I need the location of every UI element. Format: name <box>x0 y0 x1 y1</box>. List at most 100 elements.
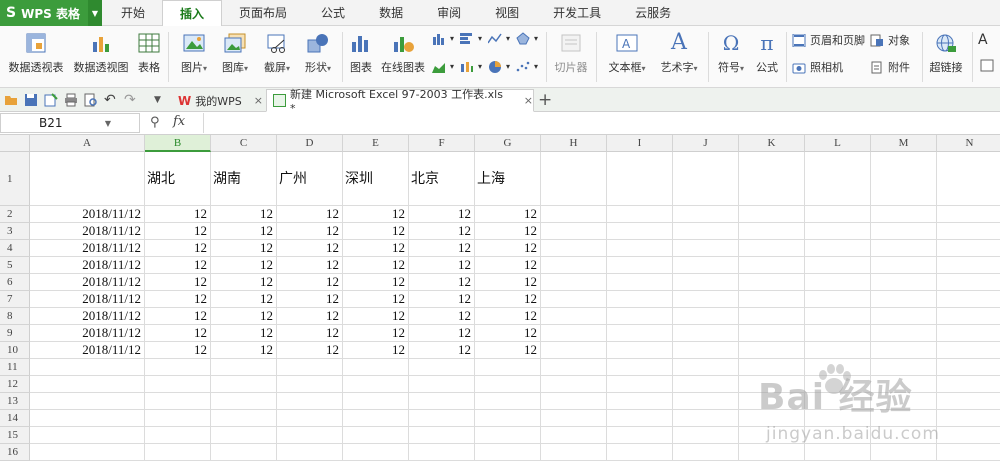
table-button[interactable]: 表格 <box>134 26 164 88</box>
cell-e2[interactable]: 12 <box>343 206 409 223</box>
menu-tab-1[interactable]: 插入 <box>162 0 223 27</box>
cell-b5[interactable]: 12 <box>145 257 211 274</box>
cell-b9[interactable]: 12 <box>145 325 211 342</box>
cell-e5[interactable]: 12 <box>343 257 409 274</box>
column-header-g[interactable]: G <box>475 135 541 152</box>
cell-b11[interactable] <box>145 359 211 376</box>
cell-m1[interactable] <box>871 152 937 206</box>
cell-n3[interactable] <box>937 223 1000 240</box>
cell-n4[interactable] <box>937 240 1000 257</box>
cell-d8[interactable]: 12 <box>277 308 343 325</box>
cell-d7[interactable]: 12 <box>277 291 343 308</box>
cell-g5[interactable]: 12 <box>475 257 541 274</box>
line-chart-icon[interactable] <box>487 32 502 45</box>
cell-n9[interactable] <box>937 325 1000 342</box>
cell-d4[interactable]: 12 <box>277 240 343 257</box>
cell-h4[interactable] <box>541 240 607 257</box>
hyperlink-button[interactable]: 超链接 <box>926 26 966 88</box>
cell-l16[interactable] <box>805 444 871 461</box>
row-header-8[interactable]: 8 <box>0 308 30 325</box>
cell-n6[interactable] <box>937 274 1000 291</box>
attachment-button[interactable]: 附件 <box>870 59 910 75</box>
cell-k5[interactable] <box>739 257 805 274</box>
cell-i6[interactable] <box>607 274 673 291</box>
cell-g8[interactable]: 12 <box>475 308 541 325</box>
formula-input[interactable] <box>203 113 1000 133</box>
cell-b7[interactable]: 12 <box>145 291 211 308</box>
cell-d9[interactable]: 12 <box>277 325 343 342</box>
cell-i13[interactable] <box>607 393 673 410</box>
cell-e9[interactable]: 12 <box>343 325 409 342</box>
cell-g2[interactable]: 12 <box>475 206 541 223</box>
cell-l9[interactable] <box>805 325 871 342</box>
cell-n8[interactable] <box>937 308 1000 325</box>
cell-l5[interactable] <box>805 257 871 274</box>
cell-j6[interactable] <box>673 274 739 291</box>
cell-i11[interactable] <box>607 359 673 376</box>
cell-c12[interactable] <box>211 376 277 393</box>
row-header-7[interactable]: 7 <box>0 291 30 308</box>
column-header-k[interactable]: K <box>739 135 805 152</box>
cell-k8[interactable] <box>739 308 805 325</box>
cell-g15[interactable] <box>475 427 541 444</box>
cell-a16[interactable] <box>30 444 145 461</box>
cell-a5[interactable]: 2018/11/12 <box>30 257 145 274</box>
cell-e4[interactable]: 12 <box>343 240 409 257</box>
cell-e10[interactable]: 12 <box>343 342 409 359</box>
menu-tab-3[interactable]: 公式 <box>304 0 362 26</box>
menu-tab-0[interactable]: 开始 <box>104 0 162 26</box>
cell-a4[interactable]: 2018/11/12 <box>30 240 145 257</box>
cell-e3[interactable]: 12 <box>343 223 409 240</box>
cell-i16[interactable] <box>607 444 673 461</box>
tab-my-wps[interactable]: W 我的WPS × <box>172 89 264 112</box>
cell-c13[interactable] <box>211 393 277 410</box>
cell-b8[interactable]: 12 <box>145 308 211 325</box>
cell-l10[interactable] <box>805 342 871 359</box>
chevron-down-icon[interactable]: ▼ <box>105 114 111 133</box>
cell-b3[interactable]: 12 <box>145 223 211 240</box>
cell-f14[interactable] <box>409 410 475 427</box>
cell-j14[interactable] <box>673 410 739 427</box>
cell-i14[interactable] <box>607 410 673 427</box>
column-header-f[interactable]: F <box>409 135 475 152</box>
cell-c10[interactable]: 12 <box>211 342 277 359</box>
cell-i2[interactable] <box>607 206 673 223</box>
column-header-c[interactable]: C <box>211 135 277 152</box>
save-as-icon[interactable] <box>44 93 58 107</box>
cell-h8[interactable] <box>541 308 607 325</box>
screenshot-button[interactable]: 截屏▾ <box>258 26 296 88</box>
new-tab-button[interactable]: + <box>538 90 552 110</box>
menu-tab-4[interactable]: 数据 <box>362 0 420 26</box>
cell-a14[interactable] <box>30 410 145 427</box>
row-header-6[interactable]: 6 <box>0 274 30 291</box>
cell-f12[interactable] <box>409 376 475 393</box>
cell-f8[interactable]: 12 <box>409 308 475 325</box>
cell-n14[interactable] <box>937 410 1000 427</box>
cell-h13[interactable] <box>541 393 607 410</box>
cell-i4[interactable] <box>607 240 673 257</box>
chevron-down-icon[interactable]: ▼ <box>88 0 102 26</box>
wps-app-button[interactable]: S WPS 表格 ▼ <box>0 0 102 26</box>
redo-icon[interactable]: ↷ <box>124 93 138 107</box>
cell-d2[interactable]: 12 <box>277 206 343 223</box>
cell-k1[interactable] <box>739 152 805 206</box>
cell-j15[interactable] <box>673 427 739 444</box>
cell-j16[interactable] <box>673 444 739 461</box>
cell-a11[interactable] <box>30 359 145 376</box>
column-header-b[interactable]: B <box>145 135 211 152</box>
column-header-i[interactable]: I <box>607 135 673 152</box>
cell-j13[interactable] <box>673 393 739 410</box>
zoom-search-icon[interactable]: ⚲ <box>150 115 160 130</box>
undo-icon[interactable]: ↶ <box>104 93 118 107</box>
cell-m9[interactable] <box>871 325 937 342</box>
cell-e12[interactable] <box>343 376 409 393</box>
cell-e6[interactable]: 12 <box>343 274 409 291</box>
cell-k3[interactable] <box>739 223 805 240</box>
cell-d11[interactable] <box>277 359 343 376</box>
cell-h7[interactable] <box>541 291 607 308</box>
row-header-3[interactable]: 3 <box>0 223 30 240</box>
cell-d12[interactable] <box>277 376 343 393</box>
symbol-button[interactable]: Ω 符号▾ <box>712 26 750 88</box>
cell-h1[interactable] <box>541 152 607 206</box>
cell-g1[interactable]: 上海 <box>475 152 541 206</box>
